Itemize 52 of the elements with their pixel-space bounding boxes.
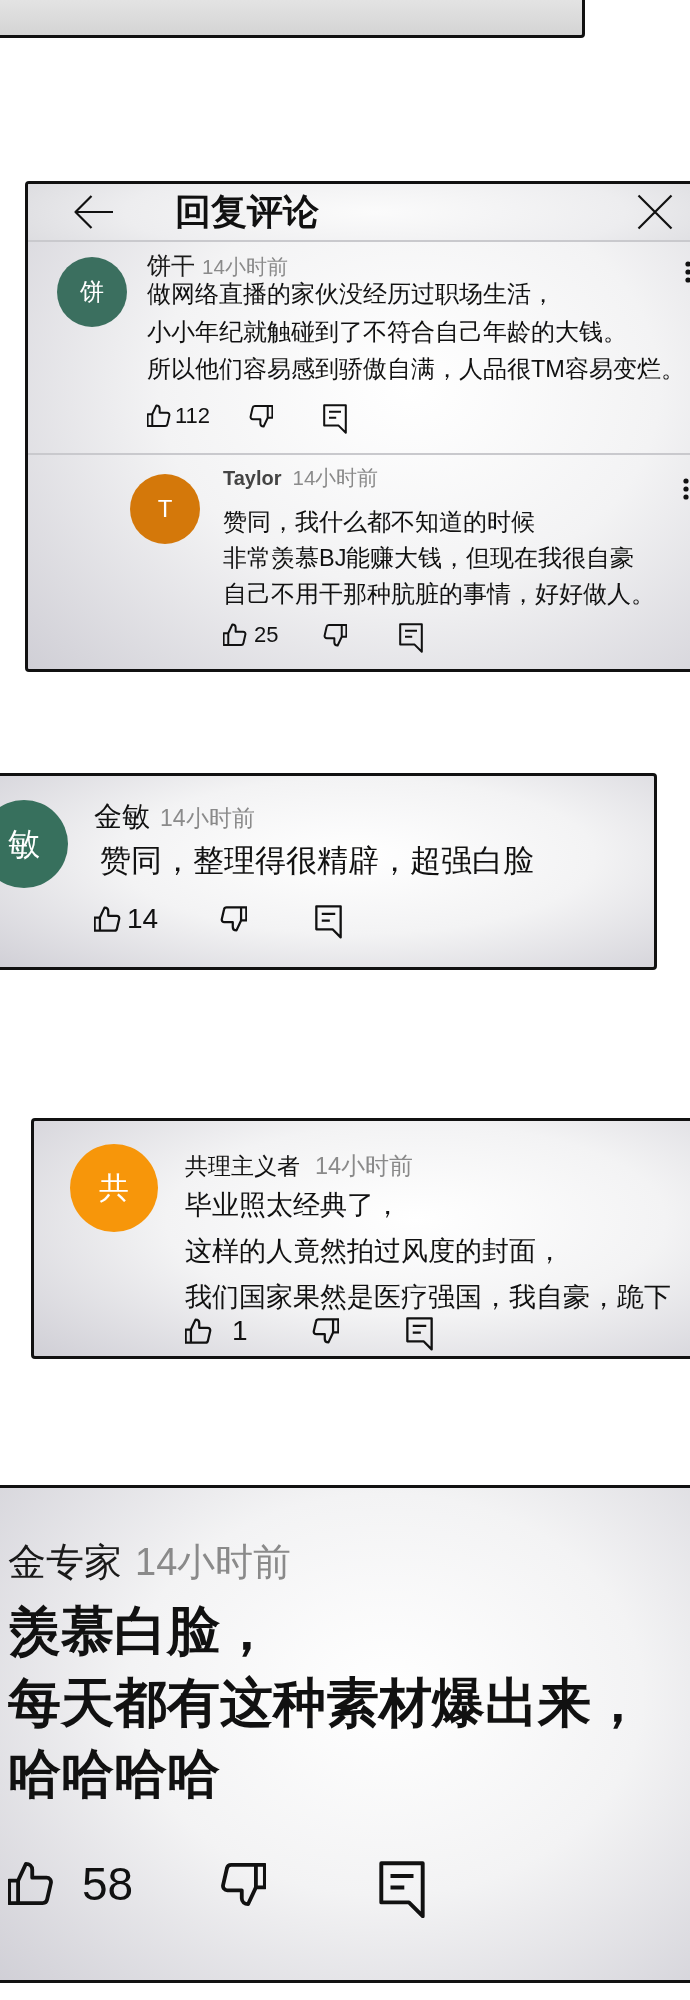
comment-text: 赞同，整理得很精辟，超强白脸 <box>100 842 534 880</box>
timestamp: 14小时前 <box>292 464 379 491</box>
comment-text: 自己不用干那种肮脏的事情，好好做人。 <box>223 579 655 609</box>
username: 金敏 <box>94 800 150 834</box>
like-button[interactable]: 1 <box>185 1317 248 1345</box>
thumbs-down-icon[interactable] <box>323 622 347 647</box>
avatar: 敏 <box>0 800 68 888</box>
timestamp: 14小时前 <box>315 1152 414 1180</box>
like-button[interactable]: 112 <box>147 403 211 428</box>
speech-bubble-icon[interactable] <box>323 403 347 434</box>
timestamp: 14小时前 <box>160 804 255 833</box>
speech-bubble-icon[interactable] <box>315 905 342 939</box>
username: Taylor <box>223 465 282 491</box>
username: 共理主义者 <box>185 1152 300 1180</box>
more-icon[interactable] <box>683 477 689 500</box>
thumbs-up-icon <box>147 403 171 428</box>
username: 饼干 <box>147 252 195 280</box>
like-button[interactable]: 25 <box>223 622 279 647</box>
thumbs-down-icon[interactable] <box>220 1860 266 1907</box>
comment-text: 做网络直播的家伙没经历过职场生活， <box>147 280 555 309</box>
thumbs-up-icon <box>185 1317 212 1345</box>
thumbs-up-icon <box>94 905 121 933</box>
more-icon[interactable] <box>684 261 690 283</box>
speech-bubble-icon[interactable] <box>399 622 423 653</box>
timestamp: 14小时前 <box>202 254 288 280</box>
comment-text: 非常羡慕BJ能赚大钱，但现在我很自豪 <box>223 543 635 573</box>
like-button[interactable]: 14 <box>94 905 159 933</box>
thumbs-up-icon <box>8 1860 54 1907</box>
avatar: T <box>130 473 200 544</box>
comment-text: 我们国家果然是医疗强国，我自豪，跪下 <box>185 1281 671 1314</box>
timestamp: 14小时前 <box>135 1540 292 1585</box>
comment-text: 这样的人竟然拍过风度的封面， <box>185 1235 563 1268</box>
thumbs-down-icon[interactable] <box>249 403 273 428</box>
comment-text: 羡慕白脸， <box>8 1600 273 1662</box>
dialog-title: 回复评论 <box>175 192 319 232</box>
thumbs-up-icon <box>223 622 247 647</box>
like-button[interactable]: 58 <box>8 1860 134 1907</box>
comment-text: 毕业照太经典了， <box>185 1189 401 1222</box>
speech-bubble-icon[interactable] <box>406 1317 433 1351</box>
close-icon[interactable] <box>637 194 673 230</box>
comment-text: 哈哈哈哈 <box>8 1743 220 1805</box>
thumbs-down-icon[interactable] <box>312 1317 339 1344</box>
avatar: 饼 <box>57 257 127 327</box>
username: 金专家 <box>8 1540 122 1585</box>
avatar: 共 <box>70 1144 158 1232</box>
comment-text: 所以他们容易感到骄傲自满，人品很TM容易变烂。 <box>147 355 685 384</box>
back-arrow-icon[interactable] <box>73 194 114 230</box>
comment-text: 赞同，我什么都不知道的时候 <box>223 507 535 537</box>
thumbs-down-icon[interactable] <box>220 905 247 932</box>
comment-text: 每天都有这种素材爆出来， <box>8 1671 644 1734</box>
comment-text: 小小年纪就触碰到了不符合自己年龄的大钱。 <box>147 317 627 347</box>
speech-bubble-icon[interactable] <box>379 1860 425 1918</box>
